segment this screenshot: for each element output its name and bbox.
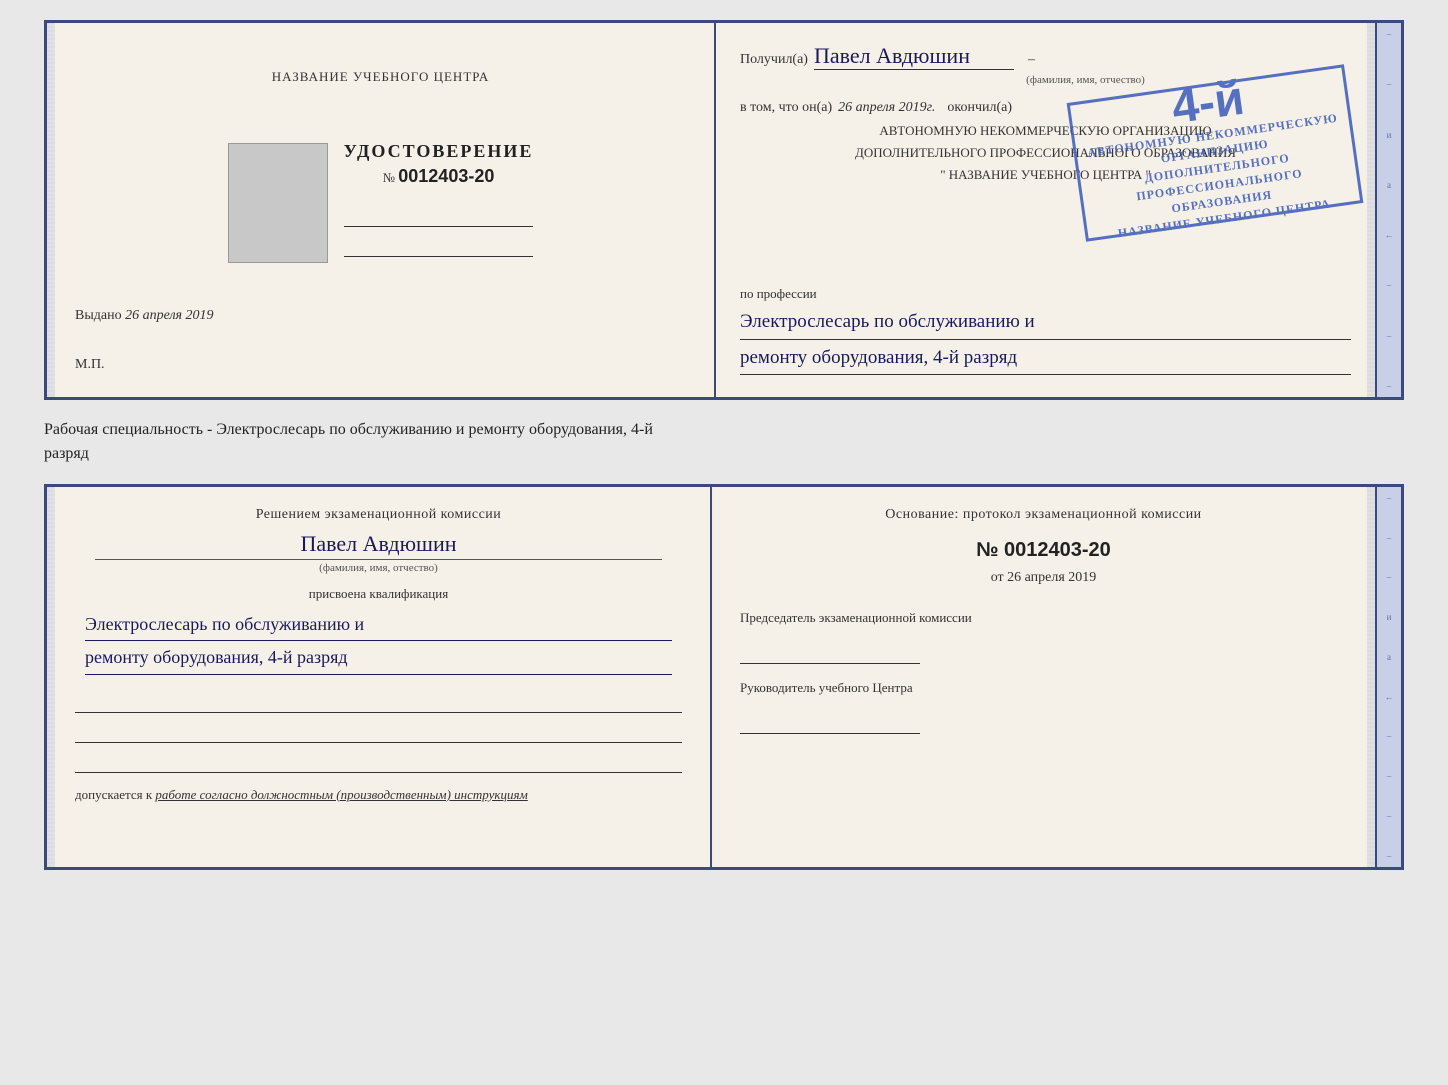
profession-line1: Электрослесарь по обслуживанию и [740, 306, 1351, 339]
osnov-text: Основание: протокол экзаменационной коми… [740, 507, 1347, 523]
bottom-document: Решением экзаменационной комиссии Павел … [44, 484, 1404, 870]
person-name-top: Павел Авдюшин [814, 43, 1014, 70]
допускается-line: допускается к работе согласно должностны… [75, 787, 682, 803]
right-edge-bottom: – – – и а ← – – – – [1377, 487, 1401, 867]
bottom-left-page: Решением экзаменационной комиссии Павел … [47, 487, 712, 867]
between-line1: Рабочая специальность - Электрослесарь п… [44, 418, 1404, 442]
head-label: Руководитель учебного Центра [740, 680, 1347, 696]
school-title-top: НАЗВАНИЕ УЧЕБНОГО ЦЕНТРА [272, 67, 489, 88]
top-right-page: Получил(а) Павел Авдюшин – (фамилия, имя… [716, 23, 1377, 397]
from-date: от 26 апреля 2019 [740, 570, 1347, 586]
qual-line1: Электрослесарь по обслуживанию и [85, 608, 672, 641]
assigned-label: присвоена квалификация [75, 586, 682, 602]
top-document: НАЗВАНИЕ УЧЕБНОГО ЦЕНТРА УДОСТОВЕРЕНИЕ №… [44, 20, 1404, 400]
chairman-sign [740, 634, 920, 664]
photo-placeholder [228, 143, 328, 263]
right-edge-top: – – и а ← – – – [1377, 23, 1401, 397]
mp-line: М.П. [75, 357, 105, 373]
cert-title: УДОСТОВЕРЕНИЕ № 0012403-20 [344, 141, 534, 187]
допускается-text: работе согласно должностным (производств… [155, 787, 527, 802]
profession-line2: ремонту оборудования, 4-й разряд [740, 342, 1351, 375]
head-sign [740, 704, 920, 734]
protocol-number: № 0012403-20 [740, 539, 1347, 562]
profession-section: по профессии Электрослесарь по обслужива… [740, 286, 1351, 375]
stamp: 4-й АВТОНОМНУЮ НЕКОММЕРЧЕСКУЮ ОРГАНИЗАЦИ… [1067, 64, 1364, 242]
chairman-label: Председатель экзаменационной комиссии [740, 610, 1347, 626]
between-line2: разряд [44, 442, 1404, 466]
received-line: Получил(а) Павел Авдюшин – [740, 43, 1351, 70]
person-name-bottom: Павел Авдюшин [75, 531, 682, 557]
bottom-right-page: Основание: протокол экзаменационной коми… [712, 487, 1377, 867]
between-text: Рабочая специальность - Электрослесарь п… [44, 418, 1404, 466]
sign-lines [75, 689, 682, 773]
fio-label-bottom: (фамилия, имя, отчество) [95, 559, 662, 574]
top-left-page: НАЗВАНИЕ УЧЕБНОГО ЦЕНТРА УДОСТОВЕРЕНИЕ №… [47, 23, 716, 397]
commission-title: Решением экзаменационной комиссии [75, 507, 682, 523]
cert-number-line: № 0012403-20 [344, 166, 534, 187]
issued-line: Выдано 26 апреля 2019 [75, 308, 214, 324]
qual-line2: ремонту оборудования, 4-й разряд [85, 641, 672, 674]
